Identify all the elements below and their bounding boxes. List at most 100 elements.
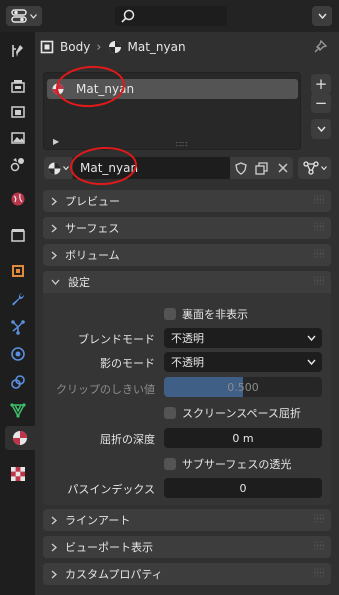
chevron-down-icon [30, 13, 37, 19]
header-options-button[interactable] [312, 6, 332, 26]
properties-editor-icon [11, 9, 27, 23]
remove-slot-button[interactable]: − [311, 93, 331, 113]
wrench-icon [12, 293, 25, 306]
properties-header [0, 0, 339, 32]
tab-world[interactable] [5, 187, 31, 211]
physics-icon [11, 347, 25, 361]
chevron-down-icon [316, 126, 326, 132]
panel-lineart[interactable]: ラインアート ∷∷ ∷∷ [43, 509, 331, 531]
slot-name: Mat_nyan [76, 82, 135, 96]
duplicate-icon [255, 161, 268, 175]
tab-physics[interactable] [5, 342, 31, 366]
panel-preview[interactable]: プレビュー ∷∷ ∷∷ [43, 190, 331, 212]
breadcrumb-separator: › [96, 39, 102, 55]
material-slot-list[interactable]: Mat_nyan ▶ ∷∷ [43, 72, 301, 150]
panel-title: ビューポート表示 [65, 541, 153, 554]
chevron-down-icon [307, 359, 316, 366]
drag-handle-icon[interactable]: ∷∷ ∷∷ [314, 249, 325, 260]
chevron-right-icon [51, 251, 57, 259]
chevron-down-icon [320, 166, 327, 170]
tab-collection[interactable] [5, 223, 31, 247]
output-icon [11, 106, 25, 118]
mesh-data-icon [10, 403, 26, 418]
chevron-right-icon [51, 224, 57, 232]
tab-particles[interactable] [5, 315, 31, 339]
tab-output[interactable] [5, 100, 31, 124]
shadow-mode-label: 影のモード [100, 357, 155, 370]
node-tree-menu[interactable] [298, 157, 331, 179]
drag-handle-icon[interactable]: ∷∷ ∷∷ [314, 222, 325, 233]
chevron-right-icon [51, 516, 57, 524]
collection-icon [11, 229, 25, 242]
duplicate-material-button[interactable] [251, 157, 272, 179]
search-input[interactable] [115, 6, 227, 26]
editor-type-menu[interactable] [6, 6, 42, 26]
blend-mode-select[interactable]: 不透明 [164, 328, 322, 348]
shadow-mode-select[interactable]: 不透明 [164, 352, 322, 372]
browse-material-button[interactable] [44, 157, 72, 179]
checkbox-box[interactable] [164, 458, 176, 470]
checkbox-label: スクリーンスペース屈折 [182, 407, 301, 420]
panel-settings[interactable]: 設定 ∷∷ ∷∷ [43, 271, 331, 293]
tab-object-data[interactable] [5, 398, 31, 422]
tab-material[interactable] [5, 426, 35, 450]
drag-handle-icon[interactable]: ∷∷ ∷∷ [314, 276, 325, 287]
drag-handle-icon[interactable]: ∷∷ ∷∷ [314, 514, 325, 525]
panel-surface[interactable]: サーフェス ∷∷ ∷∷ [43, 217, 331, 239]
pass-index-field[interactable]: 0 [164, 478, 322, 498]
tab-render[interactable] [5, 74, 31, 98]
particles-icon [11, 320, 25, 335]
list-filter-toggle[interactable]: ▶ [53, 137, 59, 146]
world-icon [11, 192, 25, 206]
panel-viewport-display[interactable]: ビューポート表示 ∷∷ ∷∷ [43, 536, 331, 558]
slot-specials-button[interactable] [311, 119, 331, 139]
checkbox-label: サブサーフェスの透光 [182, 458, 292, 471]
panel-custom-properties[interactable]: カスタムプロパティ ∷∷ ∷∷ [43, 563, 331, 585]
tab-scene[interactable] [5, 152, 31, 176]
view-layer-icon [11, 132, 25, 144]
properties-tab-column [0, 32, 35, 595]
chevron-down-icon [307, 335, 316, 342]
slider-value: 0.500 [227, 380, 259, 394]
drag-handle-icon[interactable]: ∷∷ ∷∷ [314, 568, 325, 579]
backface-culling-checkbox[interactable]: 裏面を非表示 [164, 306, 248, 322]
chevron-right-icon [51, 570, 57, 578]
pin-button[interactable] [313, 39, 328, 57]
search-icon [121, 9, 135, 23]
checkbox-box[interactable] [164, 308, 176, 320]
panel-title: 設定 [68, 276, 90, 289]
subsurface-translucency-checkbox[interactable]: サブサーフェスの透光 [164, 456, 291, 472]
close-icon [278, 163, 287, 173]
material-icon [52, 83, 64, 95]
panel-title: プレビュー [65, 195, 120, 208]
drag-handle-icon[interactable]: ∷∷ ∷∷ [314, 541, 325, 552]
fake-user-button[interactable] [230, 157, 251, 179]
checkbox-box[interactable] [164, 407, 176, 419]
panel-title: ラインアート [65, 514, 131, 527]
refraction-depth-field[interactable]: 0 m [164, 428, 322, 448]
tab-texture[interactable] [5, 462, 31, 486]
chevron-down-icon [51, 279, 60, 285]
material-name-field[interactable]: Mat_nyan [73, 157, 230, 179]
tab-tool[interactable] [5, 39, 31, 63]
material-icon [108, 41, 121, 53]
breadcrumb: Body › Mat_nyan [40, 36, 335, 58]
blend-mode-label: ブレンドモード [78, 333, 155, 346]
clip-threshold-slider[interactable]: 0.500 [164, 377, 322, 397]
tab-object[interactable] [5, 259, 31, 283]
panel-title: サーフェス [65, 222, 120, 235]
list-item[interactable]: Mat_nyan [47, 79, 298, 99]
panel-volume[interactable]: ボリューム ∷∷ ∷∷ [43, 244, 331, 266]
chevron-right-icon [51, 543, 57, 551]
tool-icon [12, 45, 23, 57]
tab-modifiers[interactable] [5, 287, 31, 311]
render-icon [11, 80, 25, 93]
tab-constraints[interactable] [5, 370, 31, 394]
unlink-material-button[interactable] [272, 157, 293, 179]
screen-space-refraction-checkbox[interactable]: スクリーンスペース屈折 [164, 405, 301, 421]
add-slot-button[interactable]: + [311, 74, 331, 94]
list-resize-grip[interactable]: ∷∷ [176, 140, 188, 149]
breadcrumb-object: Body [60, 40, 91, 54]
drag-handle-icon[interactable]: ∷∷ ∷∷ [314, 195, 325, 206]
tab-view-layer[interactable] [5, 126, 31, 150]
